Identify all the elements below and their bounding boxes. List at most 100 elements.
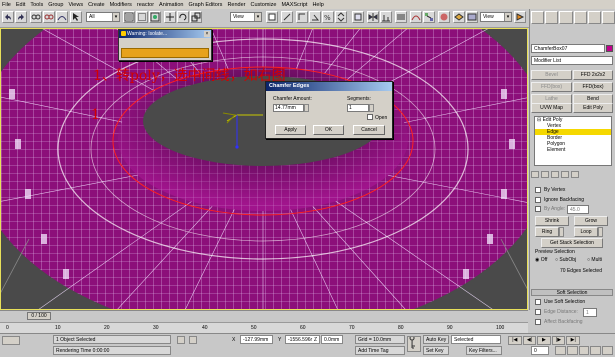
time-slider[interactable]: 0 / 100 [27, 312, 51, 320]
percent-snap-icon[interactable]: % [322, 11, 334, 23]
x-coord-field[interactable]: -127.99mm [240, 335, 273, 344]
preview-subobj-radio[interactable]: ○ SubObj [555, 257, 576, 263]
preview-off-radio[interactable]: ◉ Off [535, 257, 547, 263]
next-frame-icon[interactable]: |▶ [551, 336, 566, 345]
edge-distance-field[interactable]: 1 [583, 308, 597, 317]
tab-utilities[interactable] [601, 11, 615, 24]
menu-item-reactor[interactable]: reactor [137, 2, 154, 8]
isolate-warning-titlebar[interactable]: Warning: Isolate... × [119, 30, 211, 38]
open-checkbox[interactable] [367, 114, 373, 120]
spinner-snap-icon[interactable] [335, 11, 347, 23]
bind-spacewarp-icon[interactable] [56, 11, 68, 23]
chamfer-amount-spinner[interactable] [304, 104, 309, 112]
menu-item-file[interactable]: File [2, 2, 11, 8]
modifier-stack[interactable]: ⊟ Edit Poly Vertex Edge Border Polygon E… [534, 116, 612, 166]
shrink-button[interactable]: Shrink [535, 216, 569, 226]
named-selection-icon[interactable] [352, 11, 364, 23]
exit-isolation-button[interactable] [121, 48, 209, 58]
maximize-viewport-icon[interactable] [602, 346, 613, 355]
ring-button[interactable]: Ring [535, 227, 559, 237]
angle-snap-icon[interactable] [309, 11, 321, 23]
apply-button[interactable]: Apply [275, 125, 306, 135]
select-link-icon[interactable] [30, 11, 42, 23]
tab-display[interactable] [587, 11, 601, 24]
menu-item-maxscript[interactable]: MAXScript [281, 2, 307, 8]
by-angle-field[interactable]: 45.0 [567, 205, 589, 214]
segments-field[interactable]: 1 [347, 104, 369, 112]
scale-icon[interactable] [190, 11, 202, 23]
schematic-view-icon[interactable] [423, 11, 435, 23]
curve-editor-icon[interactable] [410, 11, 422, 23]
redo-icon[interactable] [15, 11, 27, 23]
selection-lock-icon[interactable] [177, 336, 185, 344]
menu-item-views[interactable]: Views [69, 2, 84, 8]
modifier-button-editpoly[interactable]: Edit Poly [573, 103, 613, 113]
render-setup-icon[interactable] [453, 11, 465, 23]
layer-manager-icon[interactable] [395, 11, 407, 23]
menu-item-modifiers[interactable]: Modifiers [110, 2, 132, 8]
track-bar[interactable]: 0 10 20 30 40 50 60 70 80 90 100 [0, 322, 528, 333]
key-set-combo[interactable]: Selected [451, 335, 501, 344]
auto-key-button[interactable]: Auto Key [423, 335, 449, 344]
render-type-combo[interactable]: View ▾ [480, 12, 512, 22]
segments-spinner[interactable] [369, 104, 374, 112]
pan-icon[interactable] [578, 346, 590, 355]
time-slider-track[interactable] [0, 310, 528, 322]
material-editor-icon[interactable] [438, 11, 450, 23]
quick-render-icon[interactable] [514, 11, 526, 23]
menu-item-customize[interactable]: Customize [250, 2, 276, 8]
maxscript-listener-icon[interactable] [2, 336, 20, 345]
by-vertex-checkbox[interactable] [535, 187, 541, 193]
object-name-field[interactable]: ChamferBox07 [531, 44, 605, 53]
preview-multi-radio[interactable]: ○ Multi [587, 257, 602, 263]
mirror-icon[interactable] [367, 11, 379, 23]
get-stack-selection-button[interactable]: Get Stack Selection [541, 238, 603, 248]
set-key-button[interactable]: Set Key [423, 346, 449, 355]
isolate-warning-dialog[interactable]: Warning: Isolate... × [118, 29, 212, 61]
render-frame-icon[interactable] [466, 11, 478, 23]
go-to-start-icon[interactable]: |◀ [508, 336, 522, 345]
rotate-icon[interactable] [177, 11, 189, 23]
modifier-button-ffdbox-a[interactable]: FFD(box) [531, 82, 572, 92]
previous-frame-icon[interactable]: ◀| [522, 336, 537, 345]
loop-spinner[interactable] [598, 227, 603, 237]
unlink-icon[interactable] [43, 11, 55, 23]
stack-item-element[interactable]: Element [535, 147, 611, 153]
remove-modifier-icon[interactable] [561, 171, 569, 178]
object-color-swatch[interactable] [606, 45, 613, 52]
loop-button[interactable]: Loop [574, 227, 598, 237]
menu-item-render[interactable]: Render [227, 2, 245, 8]
tab-hierarchy[interactable] [559, 11, 573, 24]
menu-item-help[interactable]: Help [312, 2, 323, 8]
menu-item-animation[interactable]: Animation [159, 2, 183, 8]
menu-item-graph-editors[interactable]: Graph Editors [189, 2, 223, 8]
chamfer-amount-field[interactable]: 14.77mm [273, 104, 304, 112]
pin-stack-icon[interactable] [531, 171, 539, 178]
soft-selection-rollout-header[interactable]: Soft Selection [531, 289, 613, 296]
current-frame-field[interactable]: 0 [531, 346, 549, 355]
zoom-icon[interactable] [555, 346, 566, 355]
menu-item-create[interactable]: Create [88, 2, 105, 8]
by-angle-checkbox[interactable] [535, 206, 541, 212]
modifier-button-bevel[interactable]: Bevel [531, 70, 572, 80]
chamfer-edges-dialog[interactable]: Chamfer Edges Chamfer Amount: Segments: … [265, 81, 393, 139]
menu-item-tools[interactable]: Tools [30, 2, 43, 8]
play-icon[interactable]: ▶ [537, 336, 551, 345]
menu-item-group[interactable]: Group [48, 2, 63, 8]
ok-button[interactable]: OK [313, 125, 344, 135]
cancel-button[interactable]: Cancel [353, 125, 385, 135]
tab-modify[interactable] [545, 11, 559, 24]
z-coord-field[interactable]: 0.0mm [321, 335, 343, 344]
tab-create[interactable] [531, 11, 545, 24]
add-time-tag-button[interactable]: Add Time Tag [355, 346, 405, 355]
zoom-all-icon[interactable] [566, 346, 578, 355]
move-icon[interactable] [164, 11, 176, 23]
rectangular-selection-icon[interactable] [136, 11, 148, 23]
show-end-result-icon[interactable] [541, 171, 549, 178]
configure-sets-icon[interactable] [571, 171, 579, 178]
set-key-icon[interactable] [407, 335, 421, 352]
modifier-list-combo[interactable]: Modifier List [531, 56, 613, 65]
modifier-button-ffd222[interactable]: FFD 2x2x2 [573, 70, 613, 80]
use-soft-selection-checkbox[interactable] [535, 299, 541, 305]
close-icon[interactable]: × [204, 31, 210, 37]
